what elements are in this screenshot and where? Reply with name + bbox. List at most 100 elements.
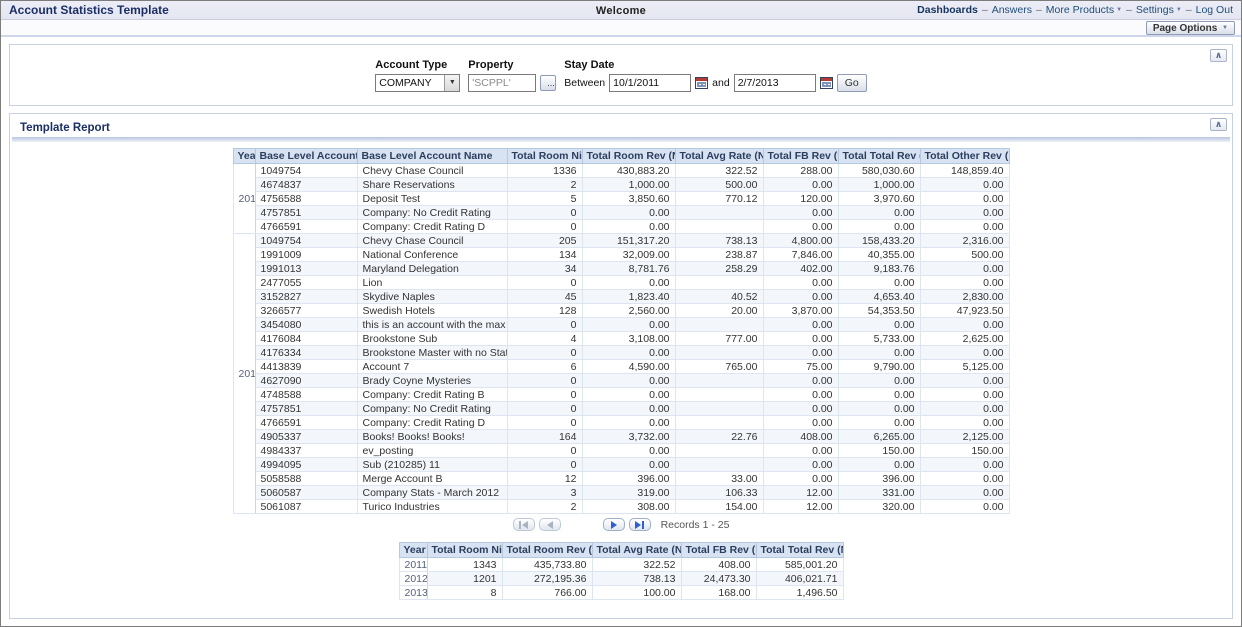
table-cell: 738.13 xyxy=(592,572,681,586)
first-page-button[interactable] xyxy=(513,518,535,531)
table-cell: 0.00 xyxy=(582,206,675,220)
options-strip: Page Options ▼ xyxy=(1,20,1241,37)
table-cell: 3266577 xyxy=(255,304,357,318)
table-cell: 40.52 xyxy=(675,290,763,304)
table-cell: 1049754 xyxy=(255,164,357,178)
chevron-down-icon: ▼ xyxy=(444,75,459,91)
table-cell: Skydive Naples xyxy=(357,290,507,304)
table-cell: 128 xyxy=(507,304,582,318)
table-cell: Share Reservations xyxy=(357,178,507,192)
table-row: 20138766.00100.00168.001,496.50 xyxy=(399,586,843,600)
nav-dashboards-link[interactable]: Dashboards xyxy=(917,4,978,16)
nav-settings-link[interactable]: Settings xyxy=(1136,4,1174,16)
table-cell: 777.00 xyxy=(675,332,763,346)
table-cell: 0.00 xyxy=(582,416,675,430)
collapse-section-button[interactable]: ∧ xyxy=(1210,49,1227,62)
table-cell: 5 xyxy=(507,192,582,206)
table-cell: 2,625.00 xyxy=(920,332,1009,346)
calendar-icon[interactable] xyxy=(820,77,833,89)
table-cell: 24,473.30 xyxy=(681,572,756,586)
table-cell: 0.00 xyxy=(763,220,838,234)
table-cell xyxy=(675,206,763,220)
table-cell: 5061087 xyxy=(255,500,357,514)
table-cell: 0.00 xyxy=(920,500,1009,514)
table-cell: Company: Credit Rating B xyxy=(357,388,507,402)
table-row: 4627090Brady Coyne Mysteries00.000.000.0… xyxy=(233,374,1009,388)
table-cell: 0.00 xyxy=(763,318,838,332)
table-cell: 40,355.00 xyxy=(838,248,920,262)
table-cell: 4627090 xyxy=(255,374,357,388)
table-cell: 585,001.20 xyxy=(756,558,843,572)
top-banner: Account Statistics Template Welcome Dash… xyxy=(1,1,1241,20)
table-cell: 12 xyxy=(507,472,582,486)
table-cell: 4984337 xyxy=(255,444,357,458)
table-cell: 500.00 xyxy=(675,178,763,192)
table-cell: 0 xyxy=(507,220,582,234)
table-cell: 319.00 xyxy=(582,486,675,500)
table-cell: 396.00 xyxy=(838,472,920,486)
table-cell xyxy=(675,388,763,402)
nav-answers-link[interactable]: Answers xyxy=(992,4,1032,16)
property-input[interactable] xyxy=(468,74,536,92)
calendar-icon[interactable] xyxy=(695,77,708,89)
table-cell: 0 xyxy=(507,276,582,290)
year-cell: 2011 xyxy=(233,164,255,234)
table-cell: 1343 xyxy=(427,558,502,572)
table-cell: 150.00 xyxy=(838,444,920,458)
table-row: 4413839Account 764,590.00765.0075.009,79… xyxy=(233,360,1009,374)
table-cell: 272,195.36 xyxy=(502,572,592,586)
column-header: Total FB Rev (Net) xyxy=(681,543,756,558)
stay-date-from-input[interactable] xyxy=(609,74,691,92)
table-cell: 4757851 xyxy=(255,206,357,220)
table-cell: 1049754 xyxy=(255,234,357,248)
table-cell: 0.00 xyxy=(920,318,1009,332)
table-cell xyxy=(675,374,763,388)
column-header: Total Avg Rate (Net) xyxy=(675,149,763,164)
table-cell: 2477055 xyxy=(255,276,357,290)
go-button[interactable]: Go xyxy=(837,74,867,92)
table-cell: 0 xyxy=(507,458,582,472)
table-cell: 0.00 xyxy=(920,276,1009,290)
table-cell: 12.00 xyxy=(763,486,838,500)
table-cell: 120.00 xyxy=(763,192,838,206)
nav-more-products-link[interactable]: More Products xyxy=(1046,4,1114,16)
nav-logout-link[interactable]: Log Out xyxy=(1196,4,1233,16)
table-row: 1991009National Conference13432,009.0023… xyxy=(233,248,1009,262)
report-table: YearBase Level Account IDBase Level Acco… xyxy=(233,148,1010,514)
column-header: Total Room Night xyxy=(427,543,502,558)
previous-page-button[interactable] xyxy=(539,518,561,531)
table-cell: 47,923.50 xyxy=(920,304,1009,318)
table-cell: 766.00 xyxy=(502,586,592,600)
account-type-select[interactable]: COMPANY ▼ xyxy=(375,74,460,92)
table-cell: 320.00 xyxy=(838,500,920,514)
table-cell: 9,790.00 xyxy=(838,360,920,374)
table-row: 4757851Company: No Credit Rating00.000.0… xyxy=(233,402,1009,416)
property-browse-button[interactable]: ... xyxy=(540,75,556,91)
table-cell: 3152827 xyxy=(255,290,357,304)
table-cell: Deposit Test xyxy=(357,192,507,206)
collapse-section-button[interactable]: ∧ xyxy=(1210,118,1227,131)
table-cell: 2,125.00 xyxy=(920,430,1009,444)
table-cell: 150.00 xyxy=(920,444,1009,458)
table-cell: 106.33 xyxy=(675,486,763,500)
table-cell: 4413839 xyxy=(255,360,357,374)
table-row: 2477055Lion00.000.000.000.00 xyxy=(233,276,1009,290)
table-cell: 238.87 xyxy=(675,248,763,262)
table-cell: 4766591 xyxy=(255,416,357,430)
table-cell: 0.00 xyxy=(920,374,1009,388)
table-row: 4905337Books! Books! Books!1643,732.0022… xyxy=(233,430,1009,444)
table-cell: 0.00 xyxy=(763,332,838,346)
previous-page-icon xyxy=(547,521,553,529)
table-cell: this is an account with the max number z xyxy=(357,318,507,332)
table-cell: 1,000.00 xyxy=(582,178,675,192)
table-cell: 0.00 xyxy=(763,402,838,416)
last-page-button[interactable] xyxy=(629,518,651,531)
table-cell: 0 xyxy=(507,402,582,416)
stay-date-to-input[interactable] xyxy=(734,74,816,92)
table-cell: 9,183.76 xyxy=(838,262,920,276)
report-panel: ∧ Template Report YearBase Level Account… xyxy=(9,113,1233,619)
next-page-button[interactable] xyxy=(603,518,625,531)
page-options-button[interactable]: Page Options ▼ xyxy=(1146,21,1235,35)
table-row: 4748588Company: Credit Rating B00.000.00… xyxy=(233,388,1009,402)
table-cell: 134 xyxy=(507,248,582,262)
